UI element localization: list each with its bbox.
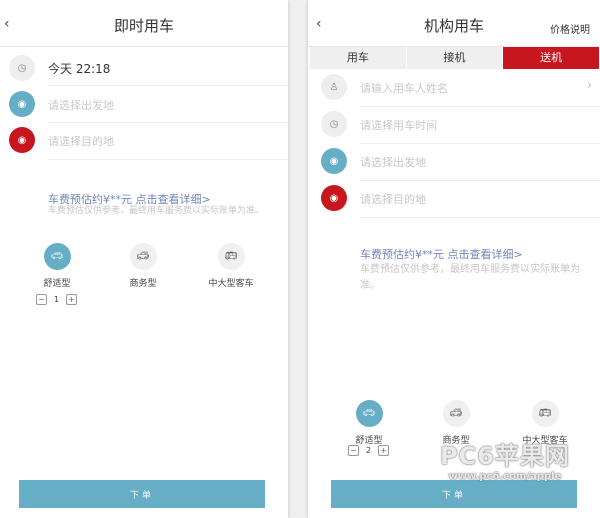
car-label: 中大型客车 xyxy=(208,279,254,289)
plus-button[interactable]: + xyxy=(66,294,78,305)
fare-note: 车费预估仅供参考，最终用车服务费以实际账单为准。 xyxy=(360,264,580,291)
bus-icon: 🚌︎ xyxy=(217,243,245,270)
quantity-value: 1 xyxy=(54,295,60,304)
watermark-url: www.pc6.com/apple xyxy=(448,471,562,482)
car-type-business[interactable]: 🚙︎ 商务型 xyxy=(98,243,188,289)
time-row[interactable]: ◷ 请选择用车时间 xyxy=(308,107,600,144)
instant-car-screen: ‹ 即时用车 ◷ 今天 22:18 ◉ 请选择出发地 ◉ 请选择目的地 车费预估… xyxy=(0,0,288,518)
watermark-brand: PC6苹果网 xyxy=(440,442,570,470)
quantity-stepper: − 1 + xyxy=(36,294,78,305)
destination-row[interactable]: ◉ 请选择目的地 xyxy=(0,123,288,160)
location-pin-icon: ◉ xyxy=(9,91,35,117)
fare-note: 车费预估仅供参考，最终用车服务费以实际账单为准。 xyxy=(48,206,265,216)
fare-estimate-link[interactable]: 车费预估约¥**元 点击查看详细> xyxy=(360,246,523,262)
submit-order-button[interactable]: 下单 xyxy=(19,480,265,508)
minus-button[interactable]: − xyxy=(36,294,47,305)
time-field[interactable]: 请选择用车时间 xyxy=(360,117,437,133)
time-row[interactable]: ◷ 今天 22:18 xyxy=(0,50,288,87)
departure-field[interactable]: 请选择出发地 xyxy=(48,97,114,113)
location-pin-icon: ◉ xyxy=(321,148,347,174)
passenger-row[interactable]: ♙ 请输入用车人姓名 › xyxy=(308,69,600,106)
tab-car[interactable]: 用车 xyxy=(310,47,407,69)
departure-row[interactable]: ◉ 请选择出发地 xyxy=(0,86,288,123)
car-type-comfort[interactable]: 🚗︎ 舒适型 xyxy=(324,400,414,446)
quantity-value: 2 xyxy=(366,446,372,455)
location-pin-icon: ◉ xyxy=(321,185,347,211)
plus-button[interactable]: + xyxy=(378,445,390,456)
bus-icon: 🚌︎ xyxy=(531,400,559,427)
time-value: 今天 22:18 xyxy=(48,62,111,76)
minus-button[interactable]: − xyxy=(348,445,359,456)
submit-order-button[interactable]: 下单 xyxy=(331,480,577,508)
person-icon: ♙ xyxy=(321,74,347,100)
destination-row[interactable]: ◉ 请选择目的地 xyxy=(308,181,600,218)
location-pin-icon: ◉ xyxy=(9,127,35,153)
sedan-icon: 🚗︎ xyxy=(43,243,71,270)
mpv-icon: 🚙︎ xyxy=(129,243,157,270)
destination-field[interactable]: 请选择目的地 xyxy=(360,191,426,207)
divider xyxy=(360,217,600,218)
page-title: 即时用车 xyxy=(113,17,174,35)
car-label: 舒适型 xyxy=(43,279,71,289)
sedan-icon: 🚗︎ xyxy=(355,400,383,427)
header: ‹ 即时用车 xyxy=(0,0,288,47)
car-type-comfort[interactable]: 🚗︎ 舒适型 xyxy=(12,243,102,289)
watermark: PC6苹果网 www.pc6.com/apple xyxy=(440,436,570,482)
departure-row[interactable]: ◉ 请选择出发地 xyxy=(308,144,600,181)
mpv-icon: 🚙︎ xyxy=(442,400,470,427)
tab-pickup[interactable]: 接机 xyxy=(407,47,504,69)
quantity-stepper: − 2 + xyxy=(348,445,390,456)
header: ‹ 机构用车 价格说明 xyxy=(308,0,600,47)
chevron-right-icon: › xyxy=(586,78,592,93)
destination-field[interactable]: 请选择目的地 xyxy=(48,133,114,149)
tab-dropoff[interactable]: 送机 xyxy=(503,47,600,69)
departure-field[interactable]: 请选择出发地 xyxy=(360,154,426,170)
clock-icon: ◷ xyxy=(9,55,35,81)
car-type-bus[interactable]: 🚌︎ 中大型客车 xyxy=(186,243,276,289)
tab-bar: 用车 接机 送机 xyxy=(310,47,600,69)
car-label: 商务型 xyxy=(129,279,157,289)
clock-icon: ◷ xyxy=(321,111,347,137)
price-info-link[interactable]: 价格说明 xyxy=(550,21,590,36)
divider xyxy=(48,159,288,160)
passenger-name-field[interactable]: 请输入用车人姓名 xyxy=(360,80,448,96)
